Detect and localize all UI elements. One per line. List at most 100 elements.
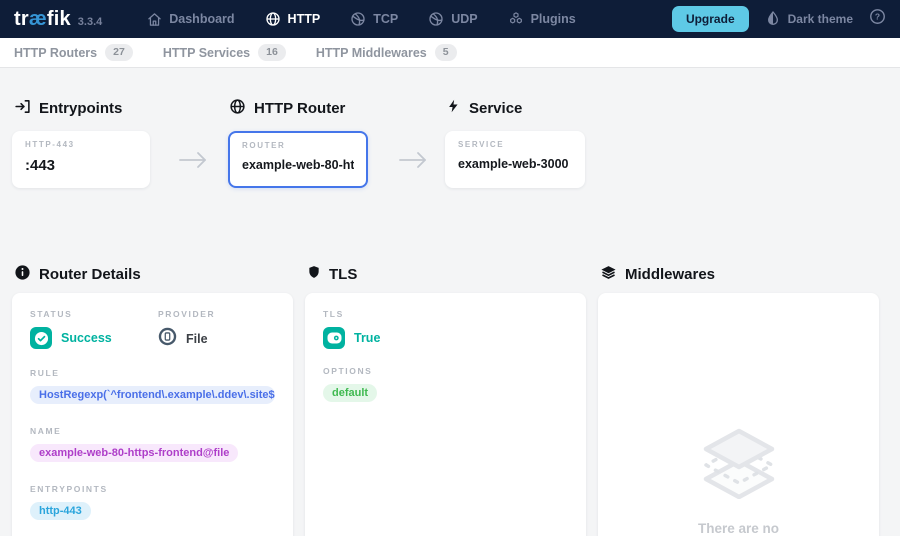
nav-item-http[interactable]: HTTP [250,0,336,38]
flow-arrow-icon [398,147,428,178]
tab-http-services[interactable]: HTTP Services 16 [163,44,286,61]
upgrade-button[interactable]: Upgrade [672,6,749,32]
version-label: 3.3.4 [78,16,102,28]
empty-layers-illustration-icon [694,427,784,504]
http-subnav: HTTP Routers 27 HTTP Services 16 HTTP Mi… [0,38,900,68]
nav-item-label: HTTP [288,12,321,26]
nav-item-label: Plugins [531,12,576,26]
tls-heading: TLS [307,264,357,284]
rule-value-pill[interactable]: HostRegexp(`^frontend\.example\.ddev\.si… [30,386,275,404]
entrypoints-heading-label: Entrypoints [39,100,122,117]
home-icon [147,12,162,27]
question-mark-icon: ? [869,8,886,30]
http-router-heading-label: HTTP Router [254,100,345,117]
router-card[interactable]: ROUTER example-web-80-https... [228,131,368,188]
entrypoint-card-value: :443 [25,157,137,174]
entrypoints-field: ENTRYPOINTS http-443 [30,484,275,525]
theme-toggle-label: Dark theme [788,12,853,26]
router-details-heading-label: Router Details [39,266,141,283]
nav-item-plugins[interactable]: Plugins [493,0,591,38]
routers-count-badge: 27 [105,44,133,61]
main-nav: Dashboard HTTP TCP UDP Plugins [132,0,591,38]
middlewares-panel: There are no Middlewares configured [598,293,879,536]
nav-item-tcp[interactable]: TCP [335,0,413,38]
file-provider-icon [158,327,177,351]
entrypoints-heading: Entrypoints [14,98,122,119]
tls-panel: TLS True OPTIONS default [305,293,586,536]
subtab-label: HTTP Routers [14,46,97,60]
services-count-badge: 16 [258,44,286,61]
shield-icon [307,264,321,284]
globe-icon [265,11,281,27]
service-card[interactable]: SERVICE example-web-3000 [445,131,585,188]
globe-icon [229,98,246,119]
traefik-logo[interactable]: træfik 3.3.4 [14,8,102,31]
status-provider-row: STATUS Success PROVIDER File [30,309,275,351]
logo-text-accent: æ [29,8,47,31]
http-router-heading: HTTP Router [229,98,345,119]
tls-label: TLS [323,309,568,319]
entrypoint-value-pill[interactable]: http-443 [30,502,91,520]
status-value: Success [61,331,112,345]
name-value-pill[interactable]: example-web-80-https-frontend@file [30,444,238,462]
plugins-icon [508,11,524,27]
svg-text:?: ? [875,11,880,21]
empty-state-text: There are no Middlewares configured [661,520,816,536]
provider-value: File [186,332,208,346]
nav-item-label: TCP [373,12,398,26]
flow-arrow-icon [178,147,208,178]
empty-state-line1: There are no [661,520,816,536]
help-button[interactable]: ? [869,8,886,30]
nav-item-label: UDP [451,12,477,26]
provider-label: PROVIDER [158,309,215,319]
entrypoint-card-label: HTTP-443 [25,140,137,149]
entrypoint-icon [14,98,31,119]
tls-enabled-icon [323,327,345,349]
tab-http-middlewares[interactable]: HTTP Middlewares 5 [316,44,457,61]
nav-item-udp[interactable]: UDP [413,0,492,38]
router-details-heading: Router Details [14,264,141,285]
router-details-panel: STATUS Success PROVIDER File RULE HostRe… [12,293,293,536]
status-label: STATUS [30,309,158,319]
name-label: NAME [30,426,275,436]
provider-field: PROVIDER File [158,309,215,351]
rule-label: RULE [30,368,275,378]
service-card-label: SERVICE [458,140,572,149]
info-icon [14,264,31,285]
tls-heading-label: TLS [329,266,357,283]
name-field: NAME example-web-80-https-frontend@file [30,426,275,467]
lightning-bolt-icon [446,98,461,118]
layers-icon [600,264,617,285]
rule-field: RULE HostRegexp(`^frontend\.example\.dde… [30,368,275,409]
top-navbar: træfik 3.3.4 Dashboard HTTP TCP UDP [0,0,900,38]
tls-options-field: OPTIONS default [323,366,568,407]
subtab-label: HTTP Middlewares [316,46,427,60]
dark-theme-toggle[interactable]: Dark theme [765,10,853,29]
logo-text: tr [14,8,29,31]
sphere-icon [428,11,444,27]
tls-value: True [354,331,380,345]
service-heading: Service [446,98,522,118]
nav-item-label: Dashboard [169,12,234,26]
logo-text: fik [47,8,71,31]
status-field: STATUS Success [30,309,158,351]
middlewares-count-badge: 5 [435,44,457,61]
sphere-icon [350,11,366,27]
nav-item-dashboard[interactable]: Dashboard [132,0,249,38]
success-check-icon [30,327,52,349]
navbar-right: Upgrade Dark theme ? [672,6,886,32]
tls-field: TLS True [323,309,568,349]
subtab-label: HTTP Services [163,46,250,60]
options-label: OPTIONS [323,366,568,376]
middlewares-heading-label: Middlewares [625,266,715,283]
contrast-droplet-icon [765,10,781,29]
router-card-label: ROUTER [242,141,354,150]
service-card-value: example-web-3000 [458,157,572,171]
tab-http-routers[interactable]: HTTP Routers 27 [14,44,133,61]
middlewares-empty-state: There are no Middlewares configured [616,427,861,536]
entrypoints-label: ENTRYPOINTS [30,484,275,494]
entrypoint-card[interactable]: HTTP-443 :443 [12,131,150,188]
options-value-pill[interactable]: default [323,384,377,402]
service-heading-label: Service [469,100,522,117]
router-card-value: example-web-80-https... [242,158,354,172]
